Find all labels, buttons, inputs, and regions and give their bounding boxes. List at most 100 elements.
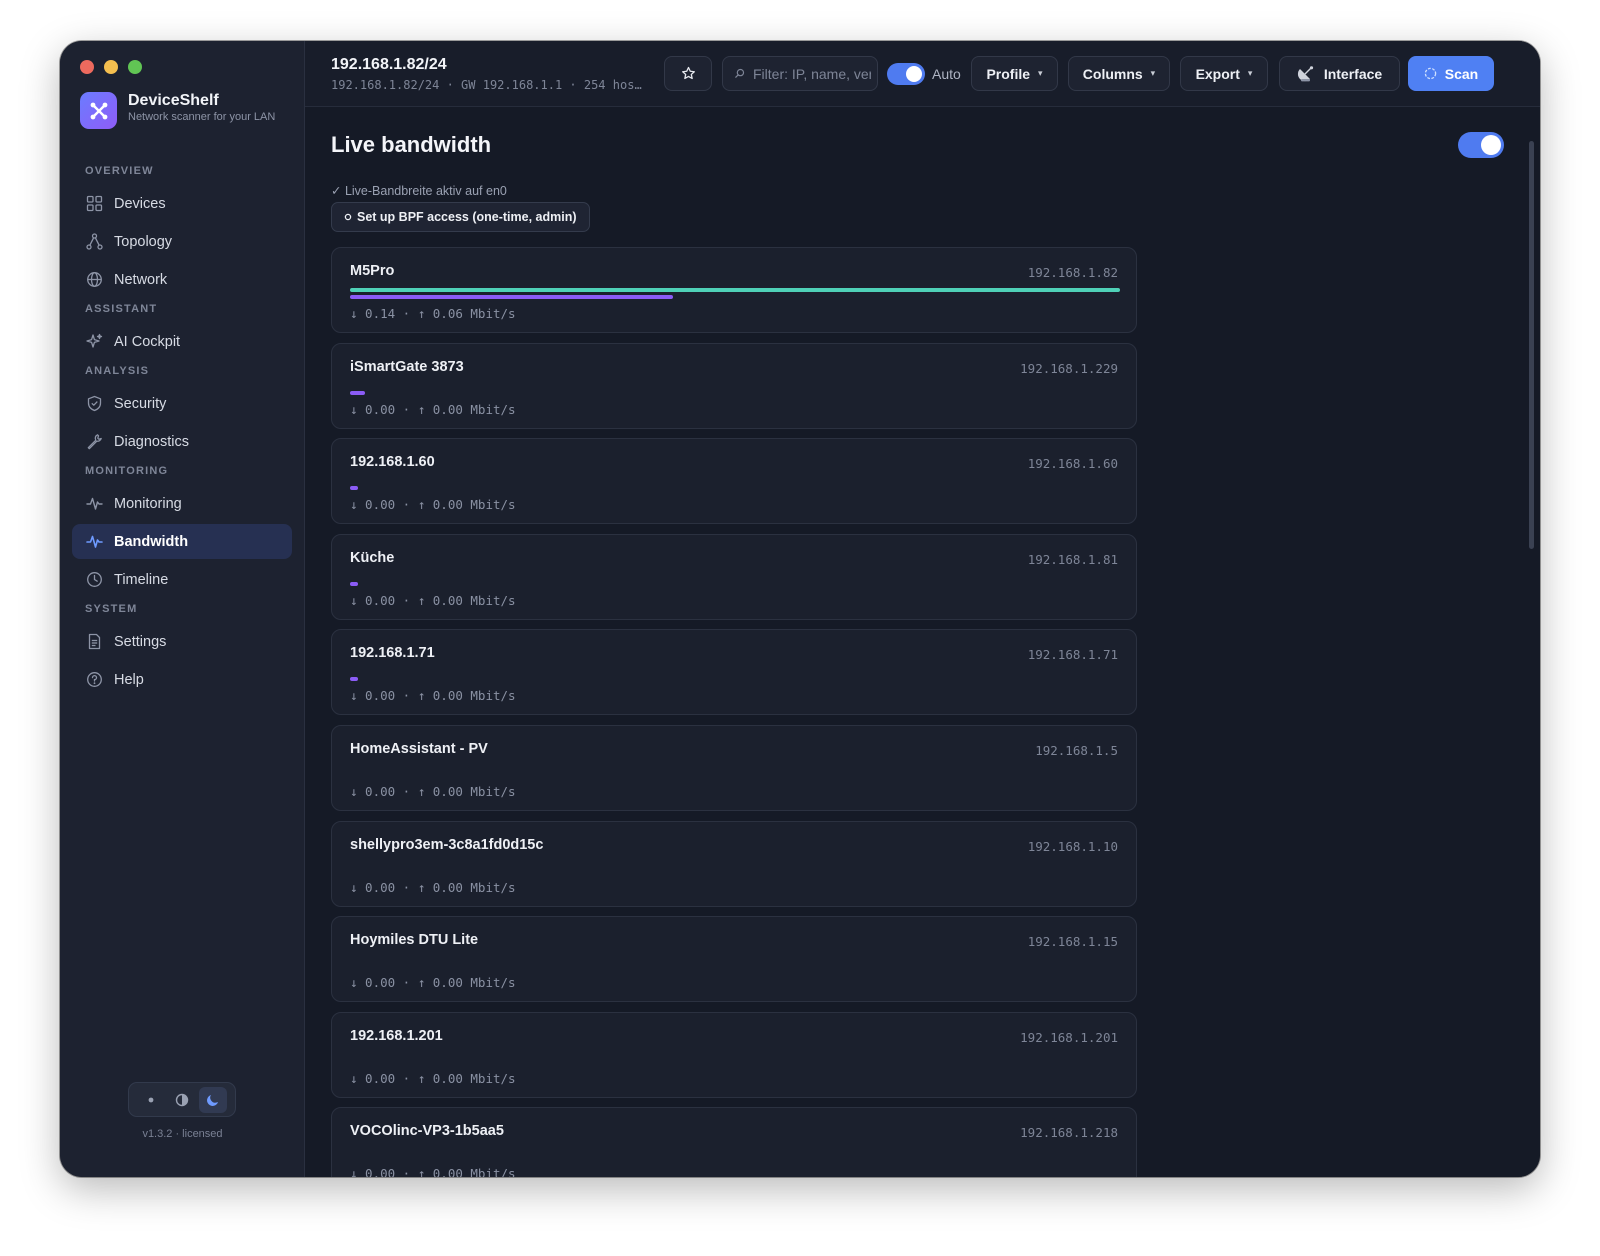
sidebar-item-label: AI Cockpit <box>114 333 181 350</box>
scrollbar[interactable] <box>1529 141 1534 549</box>
device-card[interactable]: shellypro3em-3c8a1fd0d15c 192.168.1.10 ↓ 0… <box>331 820 1137 907</box>
sidebar-item-network[interactable]: Network <box>72 262 292 297</box>
wrench-icon <box>85 433 103 451</box>
device-card[interactable]: M5Pro 192.168.1.82 ↓ 0.14 · ↑ 0.06 Mbit/s <box>331 247 1137 333</box>
device-card[interactable]: 192.168.1.201 192.168.1.201 ↓ 0.00 · ↑ 0.0… <box>331 1011 1137 1098</box>
pulse-icon <box>85 533 103 551</box>
device-ip: 192.168.1.15 <box>1027 934 1118 950</box>
chevron-down-icon: ▾ <box>1150 68 1156 78</box>
device-card[interactable]: Küche 192.168.1.81 ↓ 0.00 · ↑ 0.00 Mbit/s <box>331 533 1137 620</box>
device-card[interactable]: HomeAssistant - PV 192.168.1.5 ↓ 0.00 · ↑ … <box>331 724 1137 811</box>
moon-icon <box>207 1094 219 1106</box>
main-area: 192.168.1.82/24 192.168.1.82/24 · GW 192… <box>305 41 1540 1177</box>
device-name: Hoymiles DTU Lite <box>350 932 479 949</box>
device-ip: 192.168.1.82 <box>1027 265 1118 280</box>
device-rate: ↓ 0.00 · ↑ 0.00 Mbit/s <box>350 497 516 513</box>
device-ip: 192.168.1.201 <box>1020 1029 1118 1045</box>
sidebar-item-label: Settings <box>114 633 167 650</box>
favorite-button[interactable] <box>664 56 712 91</box>
search-icon <box>735 68 745 78</box>
columns-label: Columns <box>1082 65 1143 82</box>
live-bandwidth-toggle[interactable] <box>1458 132 1504 158</box>
sun-icon <box>148 1097 154 1102</box>
nav-section-title: OVERVIEW <box>85 165 154 177</box>
network-subtitle: 192.168.1.82/24 · GW 192.168.1.1 · 254 h… <box>331 78 647 92</box>
grid-icon <box>85 195 103 213</box>
setup-bpf-button[interactable]: Set up BPF access (one-time, admin) <box>331 202 590 232</box>
zoom-window-button[interactable] <box>128 60 142 74</box>
scan-icon <box>1424 67 1437 80</box>
sidebar-item-monitoring[interactable]: Monitoring <box>72 486 292 521</box>
sidebar-item-label: Network <box>114 271 168 288</box>
interface-button[interactable]: Interface <box>1279 56 1400 91</box>
device-ip: 192.168.1.10 <box>1027 838 1118 854</box>
setup-bpf-label: Set up BPF access (one-time, admin) <box>357 210 577 224</box>
theme-auto-button[interactable] <box>168 1087 196 1113</box>
device-card[interactable]: iSmartGate 3873 192.168.1.229 ↓ 0.00 · ↑ 0… <box>331 342 1137 429</box>
device-name: M5Pro <box>350 263 395 279</box>
sidebar: DeviceShelf Network scanner for your LAN… <box>60 41 305 1177</box>
device-rate: ↓ 0.00 · ↑ 0.00 Mbit/s <box>350 401 516 417</box>
columns-dropdown[interactable]: Columns ▾ <box>1068 56 1170 91</box>
device-card[interactable]: VOCOlinc-VP3-1b5aa5 192.168.1.218 ↓ 0.00 ·… <box>331 1107 1137 1177</box>
star-icon <box>681 66 695 80</box>
satellite-dish-icon <box>1297 65 1313 81</box>
device-ip: 192.168.1.5 <box>1035 742 1118 758</box>
window-controls <box>80 60 142 74</box>
page-title: Live bandwidth <box>331 132 492 157</box>
chevron-down-icon: ▾ <box>1038 68 1043 78</box>
clock-icon <box>85 571 103 589</box>
interface-label: Interface <box>1323 65 1383 82</box>
device-ip: 192.168.1.229 <box>1020 360 1118 376</box>
sidebar-item-security[interactable]: Security <box>72 386 292 421</box>
upload-bar <box>350 581 358 586</box>
sidebar-item-label: Security <box>114 395 167 412</box>
upload-bar <box>350 295 674 299</box>
sidebar-item-ai-cockpit[interactable]: AI Cockpit <box>72 324 292 359</box>
device-name: shellypro3em-3c8a1fd0d15c <box>350 836 544 853</box>
device-ip: 192.168.1.218 <box>1020 1125 1118 1141</box>
sidebar-item-label: Bandwidth <box>114 533 189 550</box>
bandwidth-page: Live bandwidth ✓ Live-Bandbreite aktiv a… <box>331 107 1540 1177</box>
gear-icon <box>344 213 352 221</box>
device-name: 192.168.1.60 <box>350 454 435 471</box>
sidebar-item-timeline[interactable]: Timeline <box>72 562 292 597</box>
device-name: 192.168.1.71 <box>350 645 435 662</box>
auto-scan-toggle[interactable] <box>887 63 925 85</box>
device-name: Küche <box>350 549 395 566</box>
theme-dark-button[interactable] <box>199 1086 228 1113</box>
nav-section-title: MONITORING <box>85 465 169 477</box>
sidebar-item-label: Monitoring <box>114 495 182 512</box>
sidebar-item-bandwidth[interactable]: Bandwidth <box>72 524 292 559</box>
app-window: DeviceShelf Network scanner for your LAN… <box>60 41 1540 1177</box>
profile-dropdown[interactable]: Profile ▾ <box>971 56 1058 91</box>
auto-scan-label: Auto <box>932 66 961 82</box>
sidebar-item-label: Devices <box>114 195 166 212</box>
document-icon <box>85 633 103 651</box>
pulse-icon <box>85 495 103 513</box>
export-label: Export <box>1195 65 1240 82</box>
sidebar-item-label: Help <box>114 671 144 688</box>
sidebar-item-settings[interactable]: Settings <box>72 624 292 659</box>
device-rate: ↓ 0.00 · ↑ 0.00 Mbit/s <box>350 592 516 608</box>
sidebar-item-help[interactable]: Help <box>72 662 292 697</box>
device-card[interactable]: 192.168.1.60 192.168.1.60 ↓ 0.00 · ↑ 0.00 … <box>331 438 1137 525</box>
theme-light-button[interactable] <box>137 1087 165 1113</box>
device-card[interactable]: Hoymiles DTU Lite 192.168.1.15 ↓ 0.00 · ↑ … <box>331 916 1137 1003</box>
export-dropdown[interactable]: Export ▾ <box>1180 56 1268 91</box>
app-name: DeviceShelf <box>128 92 219 109</box>
scan-button[interactable]: Scan <box>1408 56 1494 91</box>
sidebar-item-diagnostics[interactable]: Diagnostics <box>72 424 292 459</box>
download-bar <box>350 288 1120 292</box>
device-name: 192.168.1.201 <box>350 1027 443 1044</box>
nav-section-title: ANALYSIS <box>85 365 150 377</box>
device-card[interactable]: 192.168.1.71 192.168.1.71 ↓ 0.00 · ↑ 0.00 … <box>331 629 1137 716</box>
sidebar-item-topology[interactable]: Topology <box>72 224 292 259</box>
close-window-button[interactable] <box>80 60 94 74</box>
search-input[interactable] <box>753 65 871 82</box>
sidebar-item-devices[interactable]: Devices <box>72 186 292 221</box>
live-status-text: ✓ Live-Bandbreite aktiv auf en0 <box>331 184 507 198</box>
minimize-window-button[interactable] <box>104 60 118 74</box>
sparkle-icon <box>85 333 103 351</box>
upload-bar <box>350 486 358 491</box>
